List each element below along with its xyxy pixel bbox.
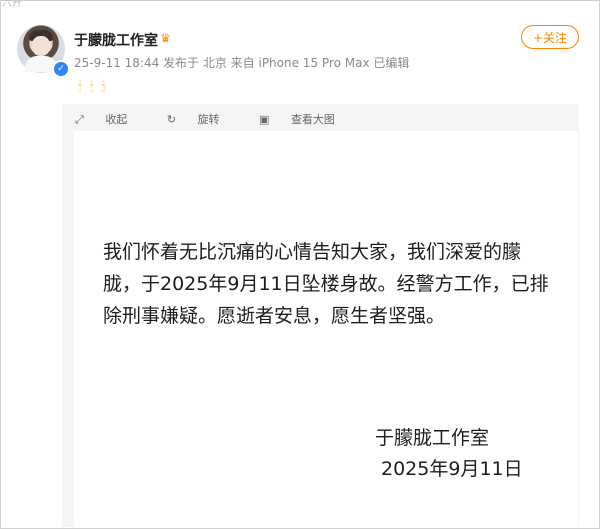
author-avatar[interactable]: ✓ [17, 25, 70, 78]
rotate-action[interactable]: ↻ 旋转 [167, 113, 238, 126]
statement-signature: 于朦胧工作室 [375, 427, 490, 449]
author-name[interactable]: 于朦胧工作室 [74, 30, 158, 50]
candle-emoji-row: 🕯🕯🕯 [78, 80, 114, 95]
statement-body: 我们怀着无比沉痛的心情告知大家，我们深爱的朦胧，于2025年9月11日坠楼身故。… [103, 241, 549, 327]
view-large-label: 查看大图 [290, 113, 335, 126]
collapse-icon: ⤢ [75, 113, 84, 126]
corner-text: 六升 [2, 0, 22, 9]
rotate-icon: ↻ [166, 113, 177, 126]
verified-icon: ✓ [52, 60, 70, 78]
follow-button[interactable]: +关注 [521, 25, 579, 49]
post-meta: 25-9-11 18:44 发布于 北京 来自 iPhone 15 Pro Ma… [74, 56, 410, 70]
crown-icon: ♛ [160, 31, 171, 45]
statement-date: 2025年9月11日 [381, 458, 523, 480]
collapse-label: 收起 [105, 113, 128, 126]
image-actions: ⤢ 收起 ↻ 旋转 ▣ 查看大图 [75, 111, 371, 127]
image-icon: ▣ [259, 113, 270, 126]
collapse-action[interactable]: ⤢ 收起 [75, 113, 145, 126]
avatar-face [32, 36, 50, 56]
rotate-label: 旋转 [197, 113, 220, 126]
view-large-action[interactable]: ▣ 查看大图 [259, 113, 353, 126]
